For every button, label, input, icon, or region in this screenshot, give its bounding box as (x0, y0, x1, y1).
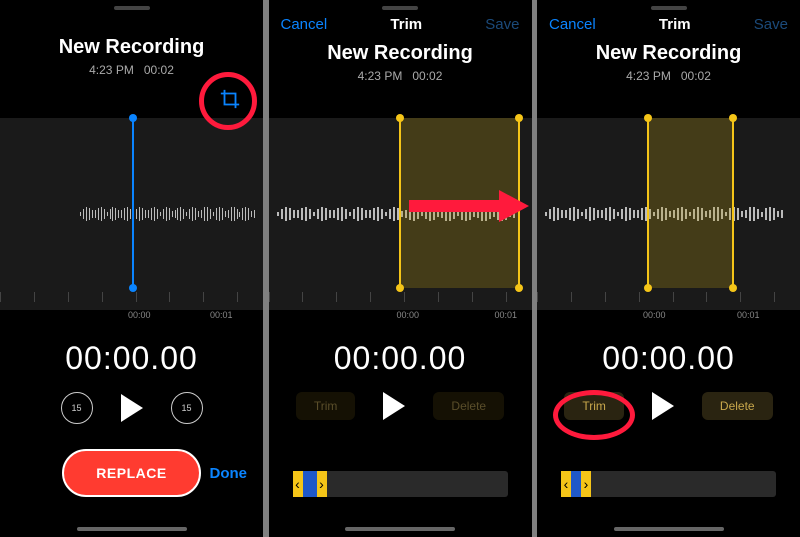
nav-title: Trim (659, 16, 691, 33)
overview-handle-left[interactable]: ‹ (561, 471, 571, 497)
elapsed-time: 00:00.00 (269, 340, 532, 377)
play-button[interactable] (652, 392, 674, 420)
crop-icon (219, 88, 241, 110)
elapsed-time: 00:00.00 (537, 340, 800, 377)
time-ruler (0, 288, 263, 310)
recording-title[interactable]: New Recording (269, 42, 532, 65)
trim-handle-top-right[interactable] (515, 114, 523, 122)
overview-track[interactable]: ‹ › (561, 471, 776, 497)
screen-trim-confirm: Cancel Trim Save New Recording 4:23 PM 0… (537, 0, 800, 537)
playback-controls: 15 15 (0, 392, 263, 424)
overview-selection-body[interactable] (571, 471, 581, 497)
save-button[interactable]: Save (754, 16, 788, 33)
recording-time: 4:23 PM (358, 69, 403, 83)
elapsed-time: 00:00.00 (0, 340, 263, 377)
playback-controls: Trim Delete (537, 392, 800, 420)
waveform-area[interactable]: 00:00 00:01 (537, 118, 800, 310)
nav-bar: Cancel Trim Save (537, 16, 800, 33)
waveform-area[interactable]: 00:00 00:01 (269, 118, 532, 310)
trim-selection[interactable] (399, 118, 520, 288)
trim-crop-button[interactable] (219, 88, 241, 115)
recording-duration: 00:02 (681, 69, 711, 83)
recording-subtitle: 4:23 PM 00:02 (0, 63, 263, 77)
recording-duration: 00:02 (144, 63, 174, 77)
play-button[interactable] (121, 394, 143, 422)
tick-label: 00:01 (737, 310, 760, 320)
trim-button[interactable]: Trim (564, 392, 624, 420)
notch (651, 6, 687, 10)
recording-title[interactable]: New Recording (537, 42, 800, 65)
home-indicator[interactable] (614, 527, 724, 531)
waveform (80, 204, 255, 224)
overview-handle-right[interactable]: › (317, 471, 327, 497)
overview-selection[interactable]: ‹ › (561, 471, 591, 497)
tick-label: 00:01 (495, 310, 518, 320)
trim-selection[interactable] (647, 118, 734, 288)
skip-back-button[interactable]: 15 (61, 392, 93, 424)
recording-duration: 00:02 (412, 69, 442, 83)
recording-time: 4:23 PM (626, 69, 671, 83)
playback-controls: Trim Delete (269, 392, 532, 420)
home-indicator[interactable] (345, 527, 455, 531)
notch (382, 6, 418, 10)
bottom-bar: REPLACE Done (0, 449, 263, 497)
skip-back-label: 15 (71, 403, 81, 413)
delete-button[interactable]: Delete (433, 392, 504, 420)
playhead[interactable] (132, 118, 134, 288)
notch (114, 6, 150, 10)
tick-label: 00:00 (643, 310, 666, 320)
overview-selection[interactable]: ‹ › (293, 471, 327, 497)
overview-track[interactable]: ‹ › (293, 471, 508, 497)
tick-label: 00:01 (210, 310, 233, 320)
skip-forward-label: 15 (181, 403, 191, 413)
nav-bar: Cancel Trim Save (269, 16, 532, 33)
play-button[interactable] (383, 392, 405, 420)
trim-handle-top-left[interactable] (396, 114, 404, 122)
trim-handle-top-left[interactable] (644, 114, 652, 122)
recording-subtitle: 4:23 PM 00:02 (537, 69, 800, 83)
overview-handle-right[interactable]: › (581, 471, 591, 497)
overview-handle-left[interactable]: ‹ (293, 471, 303, 497)
replace-button[interactable]: REPLACE (62, 449, 200, 497)
cancel-button[interactable]: Cancel (281, 16, 328, 33)
delete-button[interactable]: Delete (702, 392, 773, 420)
trim-handle-top-right[interactable] (729, 114, 737, 122)
tick-label: 00:00 (397, 310, 420, 320)
screen-trim-drag: Cancel Trim Save New Recording 4:23 PM 0… (269, 0, 532, 537)
tick-label: 00:00 (128, 310, 151, 320)
cancel-button[interactable]: Cancel (549, 16, 596, 33)
done-button[interactable]: Done (210, 465, 248, 482)
recording-time: 4:23 PM (89, 63, 134, 77)
nav-title: Trim (390, 16, 422, 33)
home-indicator[interactable] (77, 527, 187, 531)
recording-subtitle: 4:23 PM 00:02 (269, 69, 532, 83)
trim-button[interactable]: Trim (296, 392, 356, 420)
time-ruler (269, 288, 532, 310)
time-ruler (537, 288, 800, 310)
waveform-area[interactable]: 00:00 00:01 (0, 118, 263, 310)
screen-edit-recording: New Recording 4:23 PM 00:02 00:00 00:01 … (0, 0, 263, 537)
skip-forward-button[interactable]: 15 (171, 392, 203, 424)
overview-selection-body[interactable] (303, 471, 317, 497)
recording-title[interactable]: New Recording (0, 36, 263, 59)
save-button[interactable]: Save (485, 16, 519, 33)
